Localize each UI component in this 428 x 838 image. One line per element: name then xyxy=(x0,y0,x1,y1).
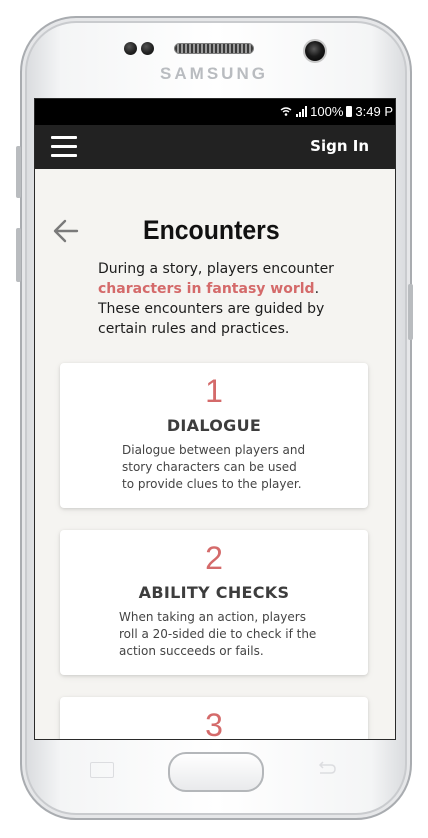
intro-highlight-link[interactable]: characters in fantasy world xyxy=(98,281,315,297)
front-camera-icon xyxy=(305,41,325,61)
device-brand-logo: SAMSUNG xyxy=(160,64,268,83)
power-button[interactable] xyxy=(408,284,413,340)
intro-paragraph: During a story, players encounter charac… xyxy=(98,259,348,339)
card-description: When taking an action, players roll a 20… xyxy=(119,610,317,658)
encounter-card-dialogue[interactable]: 1 DIALOGUE Dialogue between players and … xyxy=(60,363,368,508)
card-title: ABILITY CHECKS xyxy=(138,583,290,602)
hamburger-menu-icon[interactable] xyxy=(51,136,77,158)
earpiece-speaker xyxy=(174,43,254,54)
volume-down-button[interactable] xyxy=(16,228,21,282)
clock: 3:49 P xyxy=(355,104,393,119)
page-title: Encounters xyxy=(143,215,280,245)
battery-icon xyxy=(346,106,353,117)
main-content: Encounters During a story, players encou… xyxy=(35,169,395,739)
app-bar: Sign In xyxy=(35,125,395,169)
light-sensor-icon xyxy=(141,42,154,55)
encounter-card-ability-checks[interactable]: 2 ABILITY CHECKS When taking an action, … xyxy=(60,530,368,675)
proximity-sensor-icon xyxy=(124,42,137,55)
sign-in-button[interactable]: Sign In xyxy=(310,137,369,155)
battery-percentage: 100% xyxy=(310,104,344,119)
card-title: DIALOGUE xyxy=(166,416,262,435)
wifi-icon xyxy=(280,107,292,116)
back-key-icon[interactable] xyxy=(314,760,338,778)
phone-screen: 100% 3:49 P Sign In Encounters During a … xyxy=(34,98,396,740)
status-bar: 100% 3:49 P xyxy=(35,99,395,125)
card-number: 2 xyxy=(205,540,223,576)
card-description: Dialogue between players and story chara… xyxy=(122,443,306,491)
recent-apps-key-icon[interactable] xyxy=(90,762,114,778)
card-number: 3 xyxy=(205,707,223,740)
home-button[interactable] xyxy=(168,752,264,792)
signal-icon xyxy=(296,106,308,117)
card-number: 1 xyxy=(205,373,223,409)
volume-up-button[interactable] xyxy=(16,146,21,198)
encounter-card-3[interactable]: 3 xyxy=(60,697,368,740)
intro-text-start: During a story, players encounter xyxy=(98,261,334,277)
arrow-left-icon[interactable] xyxy=(52,217,80,245)
